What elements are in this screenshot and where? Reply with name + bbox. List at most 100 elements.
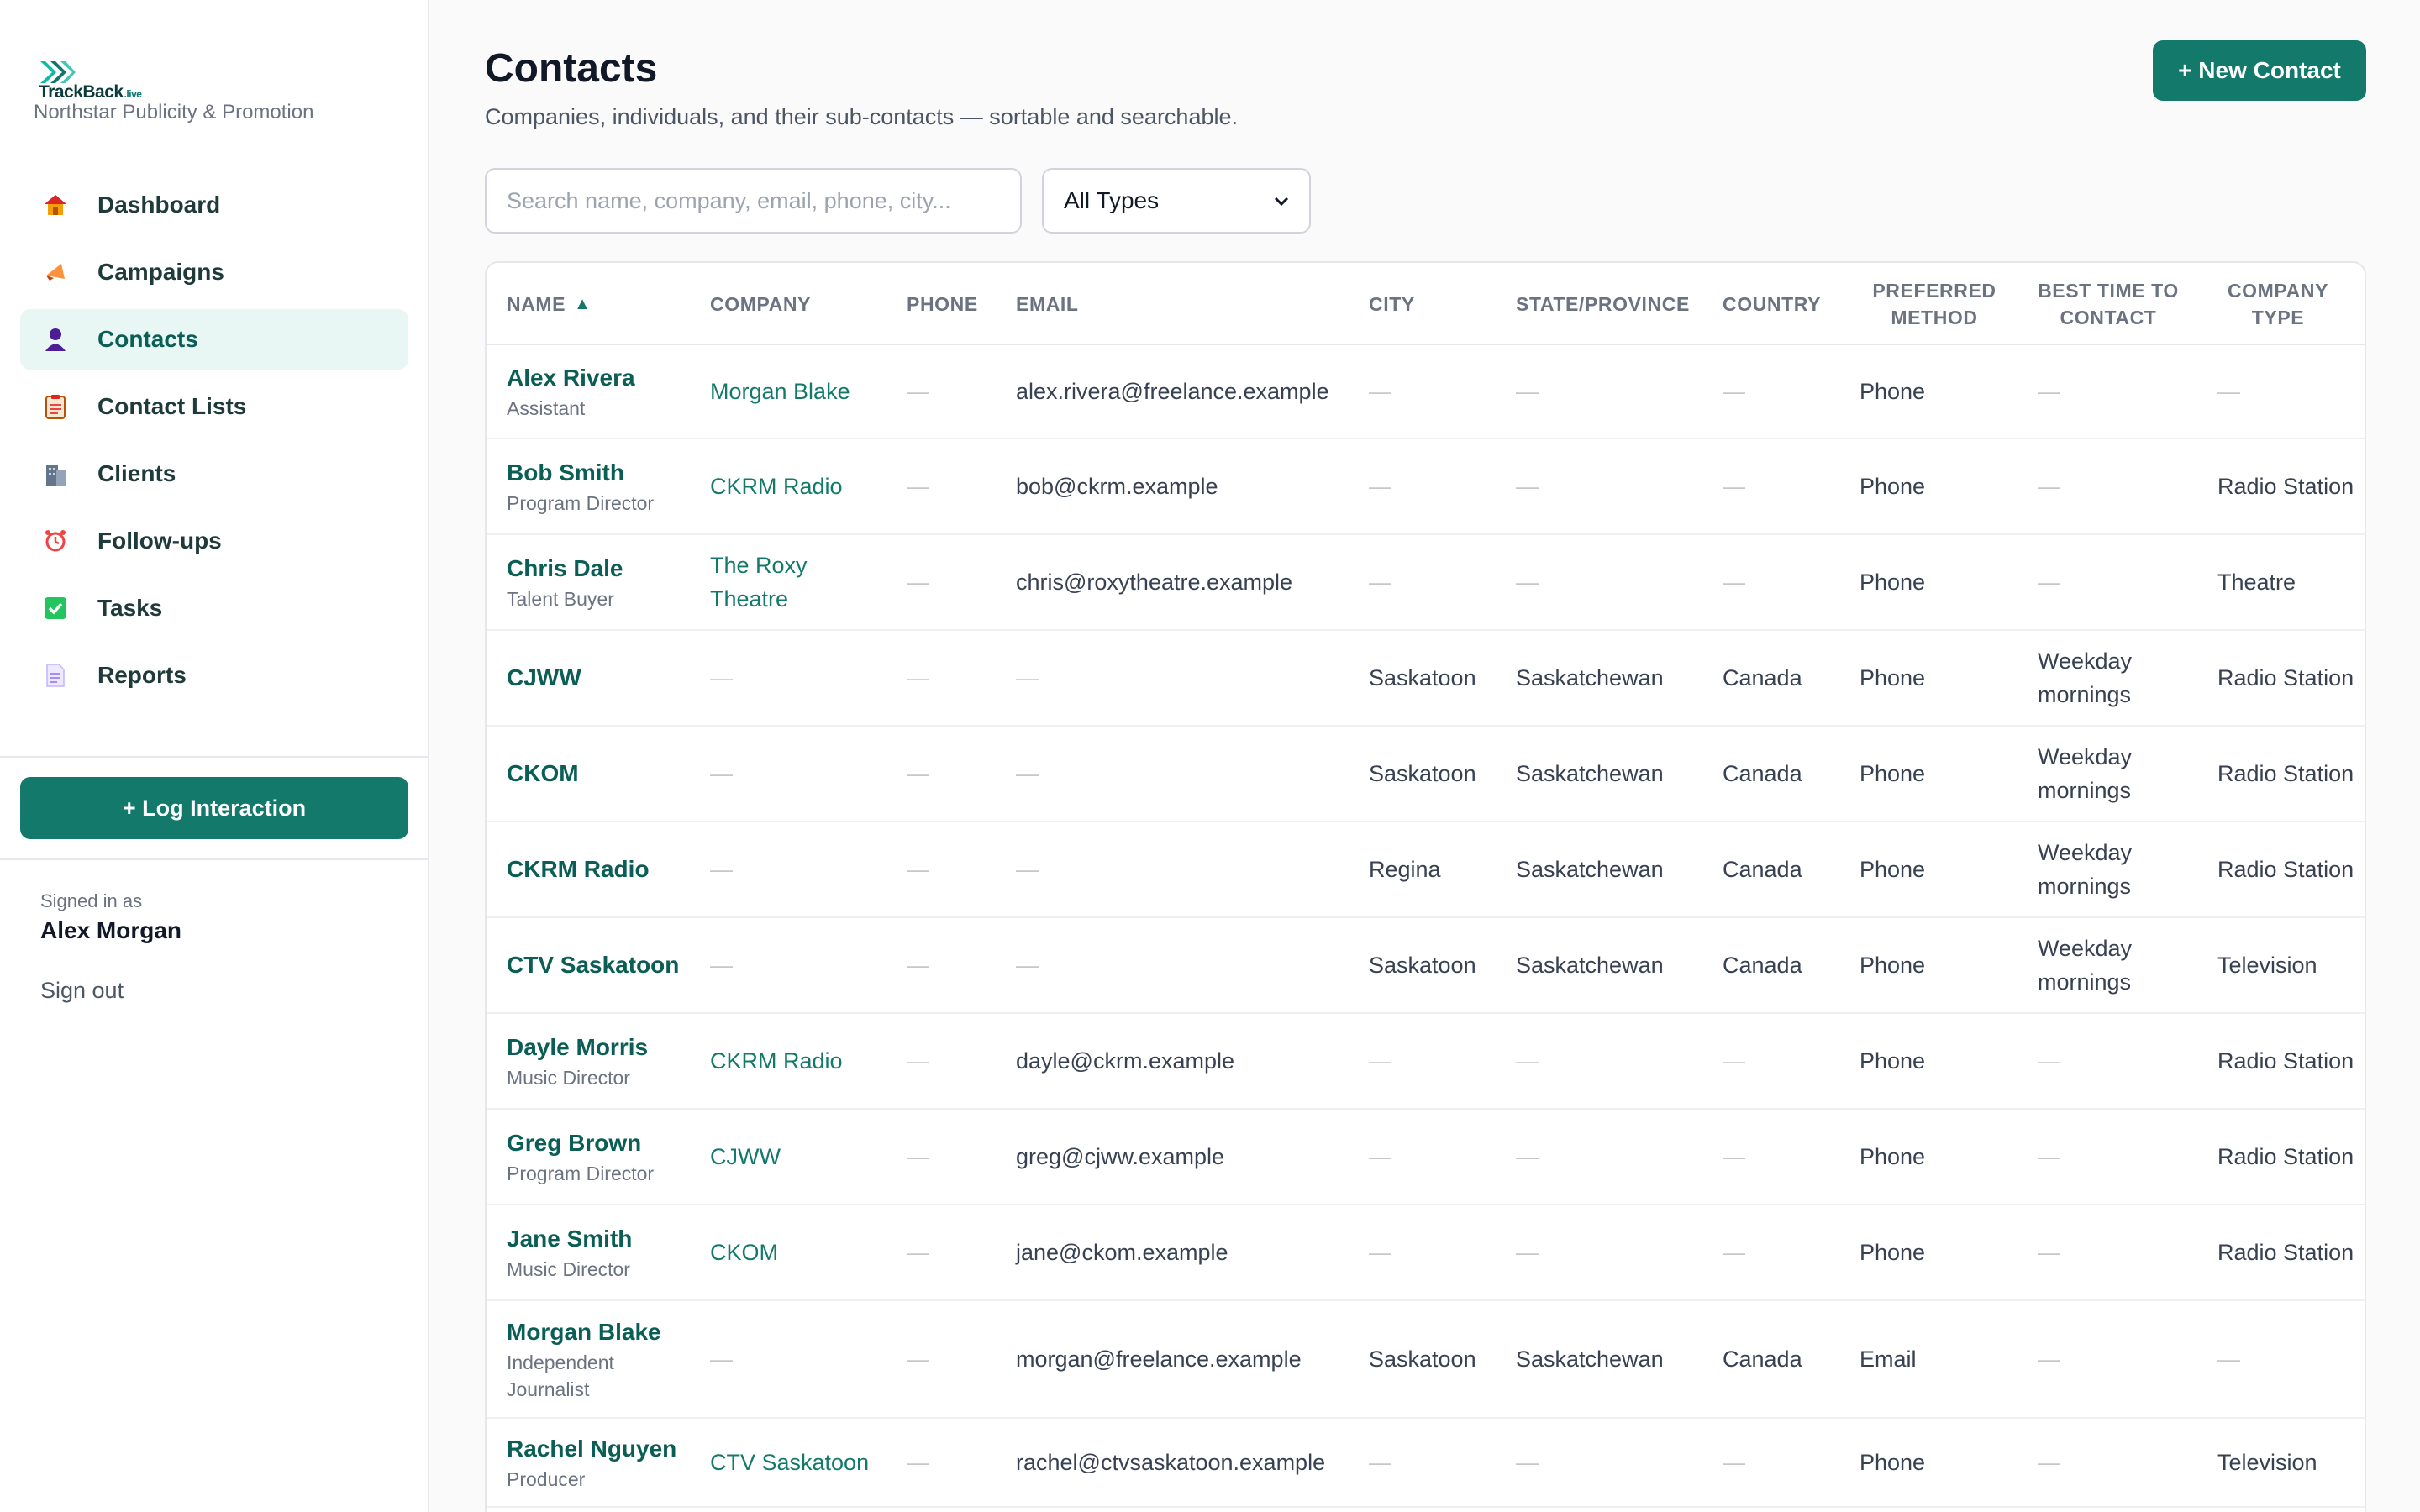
- column-header-state[interactable]: State/Province: [1516, 263, 1713, 345]
- company-link[interactable]: CKOM: [710, 1236, 891, 1269]
- contact-role: Talent Buyer: [507, 588, 614, 610]
- contact-name-link[interactable]: CKRM Radio: [507, 853, 700, 886]
- house-icon: [42, 192, 69, 218]
- cell-value: Email: [1860, 1347, 1917, 1372]
- contact-name-link[interactable]: Dayle Morris: [507, 1031, 700, 1064]
- cell-best_time: —: [2038, 1014, 2189, 1108]
- contact-role: Music Director: [507, 1067, 630, 1089]
- cell-value: Phone: [1860, 570, 1926, 595]
- cell-best_time: Weekday mornings: [2038, 918, 2189, 1012]
- cell-value: Canada: [1723, 1347, 1802, 1372]
- contact-name-link[interactable]: CTV Saskatoon: [507, 948, 700, 982]
- company-link[interactable]: CKRM Radio: [710, 1044, 891, 1078]
- table-row[interactable]: Alex Rivera Assistant Morgan Blake — alex.ri…: [487, 345, 2365, 439]
- table-row[interactable]: Morgan Blake Independent Journalist — — morg…: [487, 1301, 2365, 1419]
- sidebar-item-contact-lists[interactable]: Contact Lists: [20, 376, 408, 437]
- empty-value: —: [2038, 1240, 2060, 1265]
- column-header-name[interactable]: Name ▲: [507, 263, 692, 345]
- sidebar-item-campaigns[interactable]: Campaigns: [20, 242, 408, 302]
- empty-value: —: [1369, 379, 1392, 404]
- cell-value: Saskatchewan: [1516, 665, 1664, 690]
- sidebar-item-contacts[interactable]: Contacts: [20, 309, 408, 370]
- column-header-email[interactable]: Email: [1016, 263, 1352, 345]
- cell-type: Television: [2217, 918, 2360, 1012]
- company-link[interactable]: Morgan Blake: [710, 375, 891, 408]
- table-row[interactable]: Bob Smith Program Director CKRM Radio — bob@…: [487, 439, 2365, 535]
- sidebar-item-clients[interactable]: Clients: [20, 444, 408, 504]
- table-row[interactable]: CTV Saskatoon — — — Saskatoon Saskatchewan Can…: [487, 918, 2365, 1014]
- cell-value: Phone: [1860, 474, 1926, 499]
- cell-value: Radio Station: [2217, 1144, 2354, 1169]
- empty-value: —: [2038, 474, 2060, 499]
- cell-state: Saskatchewan: [1516, 727, 1718, 821]
- table-row[interactable]: Jane Smith Music Director CKOM — jane@ckom.e…: [487, 1205, 2365, 1301]
- column-header-company[interactable]: Company: [710, 263, 886, 345]
- sign-out-link[interactable]: Sign out: [40, 978, 124, 1004]
- sidebar-item-label: Tasks: [97, 595, 163, 621]
- empty-value: —: [2038, 379, 2060, 404]
- empty-value: —: [1516, 1240, 1539, 1265]
- cell-name: Jane Smith Music Director: [507, 1205, 700, 1299]
- company-link[interactable]: CTV Saskatoon: [710, 1446, 891, 1479]
- sidebar-item-reports[interactable]: Reports: [20, 645, 408, 706]
- cell-value: Saskatoon: [1369, 1347, 1476, 1372]
- column-header-phone[interactable]: Phone: [907, 263, 1007, 345]
- page-title: Contacts: [485, 46, 658, 91]
- contact-name-link[interactable]: Greg Brown: [507, 1126, 700, 1160]
- column-header-company-type[interactable]: Company Type: [2201, 263, 2355, 345]
- cell-method: Phone: [1860, 1110, 2002, 1204]
- cell-type: Radio Station: [2217, 439, 2360, 533]
- column-header-preferred-method[interactable]: Preferred Method: [1850, 263, 2018, 345]
- contact-name-link[interactable]: CKOM: [507, 757, 700, 790]
- contact-name-link[interactable]: Morgan Blake: [507, 1315, 700, 1349]
- cell-value: Radio Station: [2217, 761, 2354, 786]
- contact-name-link[interactable]: Jane Smith: [507, 1222, 700, 1256]
- cell-value: Weekday mornings: [2038, 744, 2133, 803]
- cell-email: —: [1016, 727, 1360, 821]
- contact-name-link[interactable]: Bob Smith: [507, 456, 700, 490]
- cell-state: —: [1516, 345, 1718, 438]
- cell-company: —: [710, 1301, 891, 1417]
- company-link[interactable]: CKRM Radio: [710, 470, 891, 503]
- empty-value: —: [710, 761, 733, 786]
- table-row[interactable]: Dayle Morris Music Director CKRM Radio — day…: [487, 1014, 2365, 1110]
- search-input[interactable]: [485, 168, 1022, 234]
- person-icon: [42, 326, 69, 353]
- new-contact-button[interactable]: + New Contact: [2153, 40, 2366, 101]
- cell-state: —: [1516, 439, 1718, 533]
- clipboard-icon: [42, 393, 69, 420]
- table-row[interactable]: Rachel Nguyen Producer CTV Saskatoon — rache…: [487, 1419, 2365, 1508]
- cell-best_time: —: [2038, 345, 2189, 438]
- sidebar-item-tasks[interactable]: Tasks: [20, 578, 408, 638]
- log-interaction-button[interactable]: + Log Interaction: [20, 777, 408, 839]
- contact-name-link[interactable]: Rachel Nguyen: [507, 1432, 700, 1466]
- table-row[interactable]: CKOM — — — Saskatoon Saskatchewan Canada Phone W…: [487, 727, 2365, 822]
- cell-method: Phone: [1860, 1205, 2002, 1299]
- contact-name-link[interactable]: Alex Rivera: [507, 361, 700, 395]
- empty-value: —: [1516, 570, 1539, 595]
- brand-logo[interactable]: TrackBack.live: [39, 39, 142, 102]
- cell-value: Radio Station: [2217, 857, 2354, 882]
- contact-name-link[interactable]: Chris Dale: [507, 552, 700, 585]
- cell-method: Phone: [1860, 727, 2002, 821]
- table-header: Name ▲ Company Phone Email City State/Pr…: [487, 263, 2365, 345]
- megaphone-icon: [42, 259, 69, 286]
- cell-value: Saskatchewan: [1516, 857, 1664, 882]
- sidebar-item-follow-ups[interactable]: Follow-ups: [20, 511, 408, 571]
- sidebar-item-dashboard[interactable]: Dashboard: [20, 175, 408, 235]
- table-row[interactable]: Greg Brown Program Director CJWW — greg@cjww…: [487, 1110, 2365, 1205]
- table-row[interactable]: Chris Dale Talent Buyer The Roxy Theatre — c…: [487, 535, 2365, 631]
- column-header-city[interactable]: City: [1369, 263, 1503, 345]
- cell-name: CKOM: [507, 727, 700, 821]
- company-link[interactable]: CJWW: [710, 1140, 891, 1173]
- column-header-country[interactable]: Country: [1723, 263, 1849, 345]
- table-row[interactable]: CKRM Radio — — — Regina Saskatchewan Canada Pho…: [487, 822, 2365, 918]
- cell-name: Chris Dale Talent Buyer: [507, 535, 700, 629]
- table-row[interactable]: CJWW — — — Saskatoon Saskatchewan Canada Phone W…: [487, 631, 2365, 727]
- contact-name-link[interactable]: CJWW: [507, 661, 700, 695]
- column-header-best-time[interactable]: Best time to contact: [2024, 263, 2192, 345]
- cell-company: CKOM: [710, 1205, 891, 1299]
- cell-email: dayle@ckrm.example: [1016, 1014, 1360, 1108]
- type-filter-select[interactable]: All Types: [1042, 168, 1311, 234]
- company-link[interactable]: The Roxy Theatre: [710, 549, 891, 616]
